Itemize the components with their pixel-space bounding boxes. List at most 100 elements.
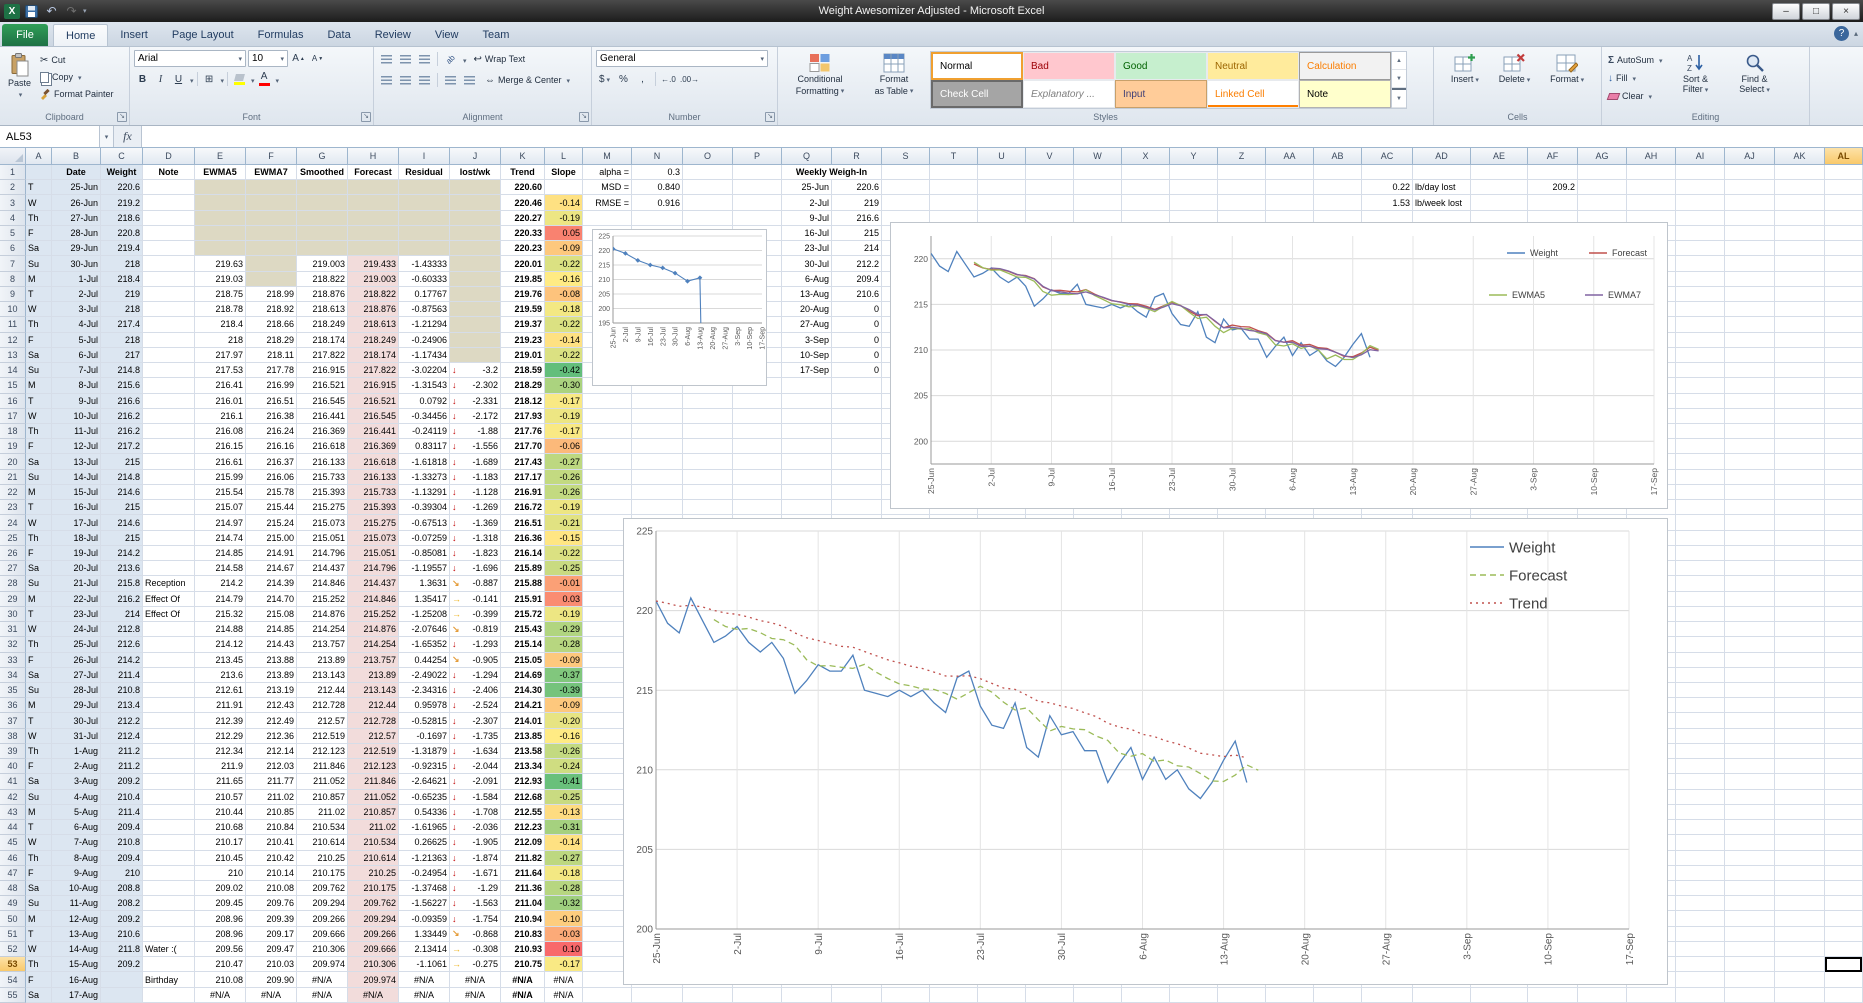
cell-AI20[interactable] xyxy=(1676,454,1725,469)
cell-AK22[interactable] xyxy=(1775,485,1825,500)
cell-C38[interactable]: 212.4 xyxy=(101,729,143,744)
cell-G2[interactable] xyxy=(297,180,348,195)
row-header-9[interactable]: 9 xyxy=(0,287,26,302)
cell-B30[interactable]: 23-Jul xyxy=(52,607,101,622)
cell-N19[interactable] xyxy=(632,439,683,454)
cell-AD2[interactable]: lb/day lost xyxy=(1413,180,1471,195)
cell-B15[interactable]: 8-Jul xyxy=(52,378,101,393)
cell-C23[interactable]: 215 xyxy=(101,500,143,515)
column-header-AB[interactable]: AB xyxy=(1314,148,1362,164)
cell-AK34[interactable] xyxy=(1775,668,1825,683)
cell-A19[interactable]: F xyxy=(26,439,52,454)
cell-AJ28[interactable] xyxy=(1725,576,1775,591)
cell-E33[interactable]: 213.45 xyxy=(195,653,246,668)
cell-A51[interactable]: T xyxy=(26,927,52,942)
cell-J40[interactable]: ↓-2.044 xyxy=(450,759,501,774)
cell-B23[interactable]: 16-Jul xyxy=(52,500,101,515)
cell-E38[interactable]: 212.29 xyxy=(195,729,246,744)
cell-AK31[interactable] xyxy=(1775,622,1825,637)
cell-AK44[interactable] xyxy=(1775,820,1825,835)
cell-I45[interactable]: 0.26625 xyxy=(399,835,450,850)
cell-R17[interactable] xyxy=(832,409,882,424)
cell-C19[interactable]: 217.2 xyxy=(101,439,143,454)
cell-L25[interactable]: -0.15 xyxy=(545,531,583,546)
cell-AI32[interactable] xyxy=(1676,637,1725,652)
cell-AB3[interactable] xyxy=(1314,195,1362,210)
cell-AI33[interactable] xyxy=(1676,653,1725,668)
cell-E29[interactable]: 214.79 xyxy=(195,592,246,607)
cell-O3[interactable] xyxy=(683,195,733,210)
cell-G31[interactable]: 214.254 xyxy=(297,622,348,637)
cell-W2[interactable] xyxy=(1074,180,1122,195)
cell-H18[interactable]: 216.441 xyxy=(348,424,399,439)
cell-U3[interactable] xyxy=(978,195,1026,210)
cell-L51[interactable]: -0.03 xyxy=(545,927,583,942)
cell-C40[interactable]: 211.2 xyxy=(101,759,143,774)
cell-AJ25[interactable] xyxy=(1725,531,1775,546)
cell-D6[interactable] xyxy=(143,241,195,256)
cell-C36[interactable]: 213.4 xyxy=(101,698,143,713)
cell-H53[interactable]: 210.306 xyxy=(348,957,399,972)
cell-E20[interactable]: 216.61 xyxy=(195,454,246,469)
cell-D11[interactable] xyxy=(143,317,195,332)
bold-button[interactable]: B xyxy=(134,71,151,87)
cell-E54[interactable]: 210.08 xyxy=(195,972,246,987)
cell-B37[interactable]: 30-Jul xyxy=(52,713,101,728)
row-header-39[interactable]: 39 xyxy=(0,744,26,759)
cell-AJ4[interactable] xyxy=(1725,211,1775,226)
cell-C35[interactable]: 210.8 xyxy=(101,683,143,698)
cell-C27[interactable]: 213.6 xyxy=(101,561,143,576)
cell-D16[interactable] xyxy=(143,394,195,409)
cell-AJ55[interactable] xyxy=(1725,988,1775,1003)
cell-AI45[interactable] xyxy=(1676,835,1725,850)
cell-AI55[interactable] xyxy=(1676,988,1725,1003)
cell-H20[interactable]: 216.618 xyxy=(348,454,399,469)
cell-K12[interactable]: 219.23 xyxy=(501,333,545,348)
cell-D24[interactable] xyxy=(143,515,195,530)
cell-AJ30[interactable] xyxy=(1725,607,1775,622)
column-header-AK[interactable]: AK xyxy=(1775,148,1825,164)
cell-R15[interactable] xyxy=(832,378,882,393)
row-header-55[interactable]: 55 xyxy=(0,988,26,1003)
cell-G15[interactable]: 216.521 xyxy=(297,378,348,393)
cell-K45[interactable]: 212.09 xyxy=(501,835,545,850)
cell-B36[interactable]: 29-Jul xyxy=(52,698,101,713)
cell-D5[interactable] xyxy=(143,226,195,241)
cell-K20[interactable]: 217.43 xyxy=(501,454,545,469)
cell-G49[interactable]: 209.294 xyxy=(297,896,348,911)
cell-AI38[interactable] xyxy=(1676,729,1725,744)
cell-AJ15[interactable] xyxy=(1725,378,1775,393)
cell-AA55[interactable] xyxy=(1266,988,1314,1003)
cell-J31[interactable]: ↘-0.819 xyxy=(450,622,501,637)
cell-B31[interactable]: 24-Jul xyxy=(52,622,101,637)
cell-AK33[interactable] xyxy=(1775,653,1825,668)
cell-L5[interactable]: 0.05 xyxy=(545,226,583,241)
cell-C44[interactable]: 209.4 xyxy=(101,820,143,835)
chart-daily-ewma[interactable]: 20020521021522025-Jun2-Jul9-Jul16-Jul23-… xyxy=(890,222,1668,509)
cell-C9[interactable]: 219 xyxy=(101,287,143,302)
cell-J45[interactable]: ↓-1.905 xyxy=(450,835,501,850)
cell-G1[interactable]: Smoothed xyxy=(297,165,348,180)
cell-AK35[interactable] xyxy=(1775,683,1825,698)
cell-K18[interactable]: 217.76 xyxy=(501,424,545,439)
cell-R5[interactable]: 215 xyxy=(832,226,882,241)
cell-AL13[interactable] xyxy=(1825,348,1863,363)
cell-L36[interactable]: -0.09 xyxy=(545,698,583,713)
cell-F8[interactable] xyxy=(246,272,297,287)
cell-G6[interactable] xyxy=(297,241,348,256)
cell-R22[interactable] xyxy=(832,485,882,500)
cell-Q15[interactable] xyxy=(782,378,832,393)
cell-H3[interactable] xyxy=(348,195,399,210)
wrap-text-button[interactable]: ↩Wrap Text xyxy=(472,51,528,67)
cell-L14[interactable]: -0.42 xyxy=(545,363,583,378)
fill-color-button[interactable] xyxy=(231,71,248,87)
cell-C32[interactable]: 212.6 xyxy=(101,637,143,652)
cell-C37[interactable]: 212.2 xyxy=(101,713,143,728)
cell-L54[interactable]: #N/A xyxy=(545,972,583,987)
cell-Q12[interactable]: 3-Sep xyxy=(782,333,832,348)
cell-AK27[interactable] xyxy=(1775,561,1825,576)
cell-AI26[interactable] xyxy=(1676,546,1725,561)
cell-H29[interactable]: 214.846 xyxy=(348,592,399,607)
cell-A32[interactable]: Th xyxy=(26,637,52,652)
column-header-L[interactable]: L xyxy=(545,148,583,164)
